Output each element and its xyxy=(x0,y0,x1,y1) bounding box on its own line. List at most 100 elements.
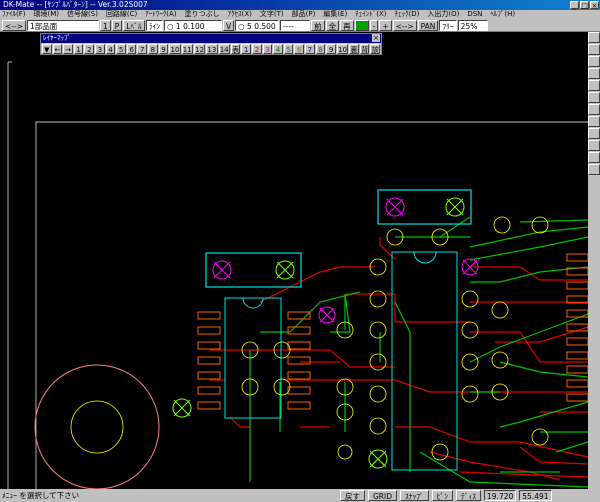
right-tool-button[interactable] xyxy=(588,68,600,79)
menu-chained[interactable]: ﾁｪｲﾝﾄﾞ(X) xyxy=(355,10,386,19)
layer-dropdown-button[interactable]: ▼ xyxy=(42,44,52,54)
pan-button[interactable]: PAN xyxy=(417,19,439,31)
layer-button[interactable]: 5 xyxy=(116,44,126,54)
layer-button[interactable]: 8 xyxy=(148,44,158,54)
fit-button[interactable]: <--> xyxy=(392,19,417,31)
menu-environment[interactable]: 環境(M) xyxy=(34,10,60,19)
menu-parts[interactable]: 部品(P) xyxy=(292,10,316,19)
layer-button[interactable]: 3 xyxy=(95,44,105,54)
layer-map-close-button[interactable]: × xyxy=(372,34,380,42)
layer-select[interactable]: 1部品面 xyxy=(26,19,99,31)
via-button[interactable]: V xyxy=(222,19,235,31)
ic-left-outline xyxy=(224,297,282,419)
layer-button[interactable]: 5 xyxy=(283,44,294,54)
layer-map-palette: ﾚｲﾔｰﾏｯﾌﾟ × ▼ ← → 1 2 3 4 5 6 7 8 9 10 11… xyxy=(40,33,382,55)
minimize-button[interactable]: _ xyxy=(570,1,579,10)
layer-button[interactable]: 4 xyxy=(273,44,283,54)
menu-text[interactable]: 文字(T) xyxy=(260,10,284,19)
layer-select-button[interactable]: 該 xyxy=(370,44,381,54)
toggle-button[interactable]: <--> xyxy=(2,19,26,31)
pcb-canvas[interactable] xyxy=(0,32,588,489)
right-tool-button[interactable] xyxy=(588,44,600,55)
close-button[interactable]: × xyxy=(590,1,599,10)
layer-button[interactable]: 2 xyxy=(252,44,262,54)
menu-signal[interactable]: 信号線(S) xyxy=(67,10,98,19)
angle-mode-select[interactable]: ﾌﾘｰ xyxy=(439,19,457,31)
redraw-button[interactable]: 再 xyxy=(340,19,354,31)
menu-edit[interactable]: 編集(E) xyxy=(323,10,347,19)
menu-artwork[interactable]: ｱｰﾄﾜｰｸ(A) xyxy=(145,10,176,19)
menu-circuit[interactable]: 回路線(C) xyxy=(106,10,137,19)
right-tool-button[interactable] xyxy=(588,56,600,67)
all-button[interactable]: 全 xyxy=(325,19,340,31)
board-outline xyxy=(7,61,588,489)
grid-button[interactable]: GRID xyxy=(368,490,398,501)
layer-button[interactable]: 9 xyxy=(326,44,336,54)
layer-map-title-text: ﾚｲﾔｰﾏｯﾌﾟ xyxy=(43,34,71,42)
status-message: ﾒﾆｭｰ を選択して下さい xyxy=(2,491,80,500)
level-button[interactable]: Lﾍﾞﾙ xyxy=(123,19,145,31)
layer-button[interactable]: 8 xyxy=(315,44,326,54)
y-coordinate: 55.491 xyxy=(519,490,552,501)
layer-back-button[interactable]: 裏 xyxy=(349,44,359,54)
color-swatch-button[interactable] xyxy=(354,19,369,31)
x-coordinate: 19.720 xyxy=(484,490,517,501)
layer-prev-button[interactable]: ← xyxy=(52,44,63,54)
zoom-select[interactable]: 25% xyxy=(457,19,488,31)
menu-bar: ﾌｧｲﾙ(F) 環境(M) 信号線(S) 回路線(C) ｱｰﾄﾜｰｸ(A) 塗り… xyxy=(0,10,600,19)
layer-button[interactable]: 4 xyxy=(105,44,116,54)
layer-button[interactable]: 6 xyxy=(294,44,305,54)
snap-button[interactable]: ｽﾅｯﾌﾟ xyxy=(400,490,429,501)
layer-button[interactable]: 1 xyxy=(73,44,84,54)
right-tool-button[interactable] xyxy=(588,92,600,103)
right-tool-button[interactable] xyxy=(588,128,600,139)
line-button[interactable]: ﾗｲﾝ xyxy=(145,19,163,31)
layer-next-button[interactable]: → xyxy=(63,44,73,54)
layer-button[interactable]: 3 xyxy=(262,44,273,54)
right-toolbar xyxy=(588,32,600,489)
pcb-drawing[interactable] xyxy=(0,32,588,489)
pin-button[interactable]: ﾋﾟﾝ xyxy=(431,490,454,501)
right-tool-button[interactable] xyxy=(588,140,600,151)
menu-dsn[interactable]: DSN xyxy=(467,10,482,19)
layer-button[interactable]: 1 xyxy=(241,44,252,54)
layer-button[interactable]: 9 xyxy=(158,44,169,54)
prev-button[interactable]: 前 xyxy=(311,19,325,31)
layer-button[interactable]: 12 xyxy=(193,44,206,54)
layer-button[interactable]: 2 xyxy=(84,44,95,54)
layer-button[interactable]: 7 xyxy=(305,44,315,54)
layer-button[interactable]: 13 xyxy=(206,44,218,54)
right-tool-button[interactable] xyxy=(588,116,600,127)
display-button[interactable]: ﾃﾞｨｽ xyxy=(456,490,482,501)
layer-button[interactable]: 7 xyxy=(137,44,148,54)
zoom-out-button[interactable]: - xyxy=(369,19,379,31)
layer-front-button[interactable]: 表 xyxy=(230,44,241,54)
right-tool-button[interactable] xyxy=(588,152,600,163)
right-tool-button[interactable] xyxy=(588,104,600,115)
right-tool-button[interactable] xyxy=(588,32,600,43)
layer-background-button[interactable]: 背 xyxy=(359,44,370,54)
line-width-select[interactable]: ○ 1 0.100 xyxy=(163,19,222,31)
layer-buttons: ▼ ← → 1 2 3 4 5 6 7 8 9 10 11 12 13 14 表… xyxy=(41,43,381,55)
menu-check[interactable]: ﾁｪｯｸ(D) xyxy=(394,10,419,19)
menu-access[interactable]: ｱｸｾｽ(X) xyxy=(228,10,252,19)
maximize-button[interactable]: □ xyxy=(580,1,589,10)
layer-button[interactable]: 11 xyxy=(181,44,193,54)
line-style-select[interactable]: ---- xyxy=(280,19,311,31)
zoom-in-button[interactable]: + xyxy=(379,19,392,31)
p-button[interactable]: P xyxy=(111,19,123,31)
right-tool-button[interactable] xyxy=(588,164,600,175)
menu-io[interactable]: 入出力(O) xyxy=(427,10,459,19)
layer-button[interactable]: 10 xyxy=(169,44,181,54)
menu-help[interactable]: ﾍﾙﾌﾟ(H) xyxy=(490,10,515,19)
layer-button[interactable]: 6 xyxy=(126,44,137,54)
right-tool-button[interactable] xyxy=(588,80,600,91)
layer-button[interactable]: 10 xyxy=(336,44,349,54)
menu-fill[interactable]: 塗りつぶし xyxy=(185,10,220,19)
undo-button[interactable]: 戻す xyxy=(340,490,365,501)
layer-map-title[interactable]: ﾚｲﾔｰﾏｯﾌﾟ × xyxy=(41,34,381,43)
layer-button[interactable]: 14 xyxy=(218,44,230,54)
via-size-select[interactable]: ○ 5 0.500 xyxy=(235,19,280,31)
layer-number[interactable]: 1 xyxy=(99,19,111,31)
menu-file[interactable]: ﾌｧｲﾙ(F) xyxy=(2,10,26,19)
